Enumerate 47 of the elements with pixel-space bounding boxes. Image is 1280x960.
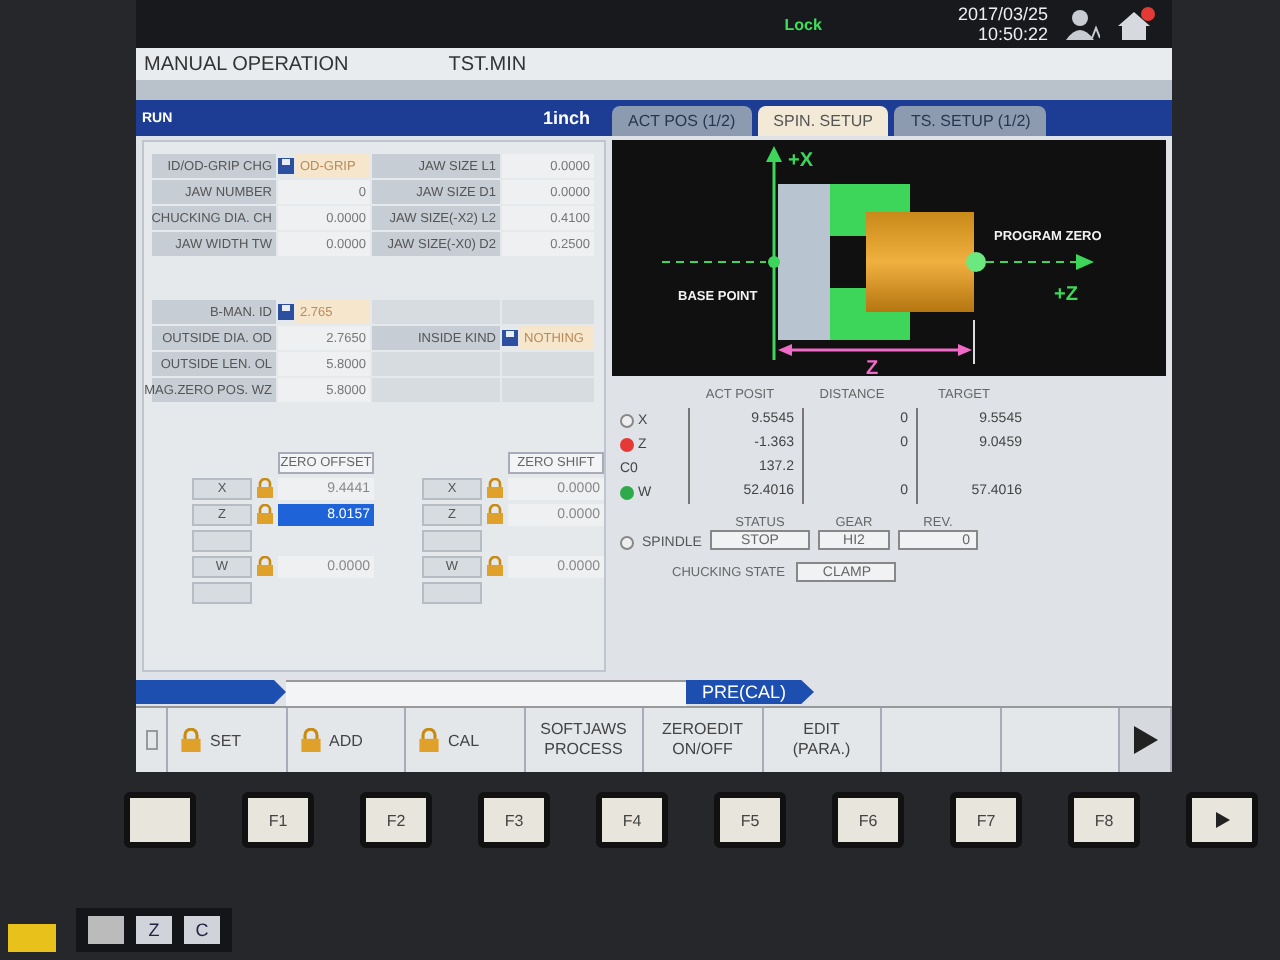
tab[interactable]: SPIN. SETUP — [757, 106, 889, 136]
axis-key[interactable]: C — [184, 916, 220, 944]
center-line — [660, 261, 766, 263]
function-key[interactable]: F2 — [360, 792, 432, 848]
mode-title: MANUAL OPERATION — [144, 53, 349, 75]
date-text: 2017/03/25 — [957, 4, 1048, 24]
axis-label — [422, 581, 482, 603]
play-icon — [1133, 726, 1157, 754]
home-icon[interactable] — [1116, 6, 1156, 42]
dimension-label: Z — [865, 358, 878, 376]
axis-label: +Z — [1053, 284, 1077, 306]
function-key[interactable]: F5 — [714, 792, 786, 848]
axis-key[interactable]: Z — [136, 916, 172, 944]
save-icon — [278, 158, 294, 174]
next-softkey[interactable] — [1120, 708, 1172, 772]
function-key[interactable]: F1 — [242, 792, 314, 848]
save-icon — [278, 304, 294, 320]
page-icon — [145, 730, 157, 750]
lock-icon — [418, 728, 440, 752]
function-key[interactable]: F7 — [950, 792, 1022, 848]
function-key[interactable] — [124, 792, 196, 848]
lock-status: Lock — [784, 15, 822, 33]
play-icon — [1215, 812, 1229, 828]
time-text: 10:50:22 — [977, 24, 1048, 44]
lock-icon — [299, 728, 321, 752]
function-key[interactable]: F3 — [478, 792, 550, 848]
user-icon[interactable] — [1064, 8, 1100, 40]
axis-label: +X — [787, 150, 813, 172]
unit-label: 1inch — [542, 108, 590, 128]
axis-label — [192, 529, 252, 551]
program-name: TST.MIN — [448, 53, 527, 75]
save-icon — [502, 330, 518, 346]
axis-label — [422, 529, 482, 551]
z-axis-arrow — [984, 254, 1093, 270]
function-key[interactable]: F4 — [596, 792, 668, 848]
tab[interactable]: TS. SETUP (1/2) — [894, 106, 1047, 136]
base-point-marker — [767, 256, 779, 268]
next-key[interactable] — [1186, 792, 1258, 848]
lock-icon — [180, 728, 202, 752]
spindle-lamp — [620, 536, 634, 550]
program-zero-marker — [965, 252, 985, 272]
tab[interactable]: ACT POS (1/2) — [612, 106, 752, 136]
mode-tag: PRE(CAL) — [686, 680, 815, 704]
function-key[interactable]: F8 — [1068, 792, 1140, 848]
workpiece — [865, 212, 973, 312]
function-key[interactable]: F6 — [832, 792, 904, 848]
axis-label — [192, 581, 252, 603]
